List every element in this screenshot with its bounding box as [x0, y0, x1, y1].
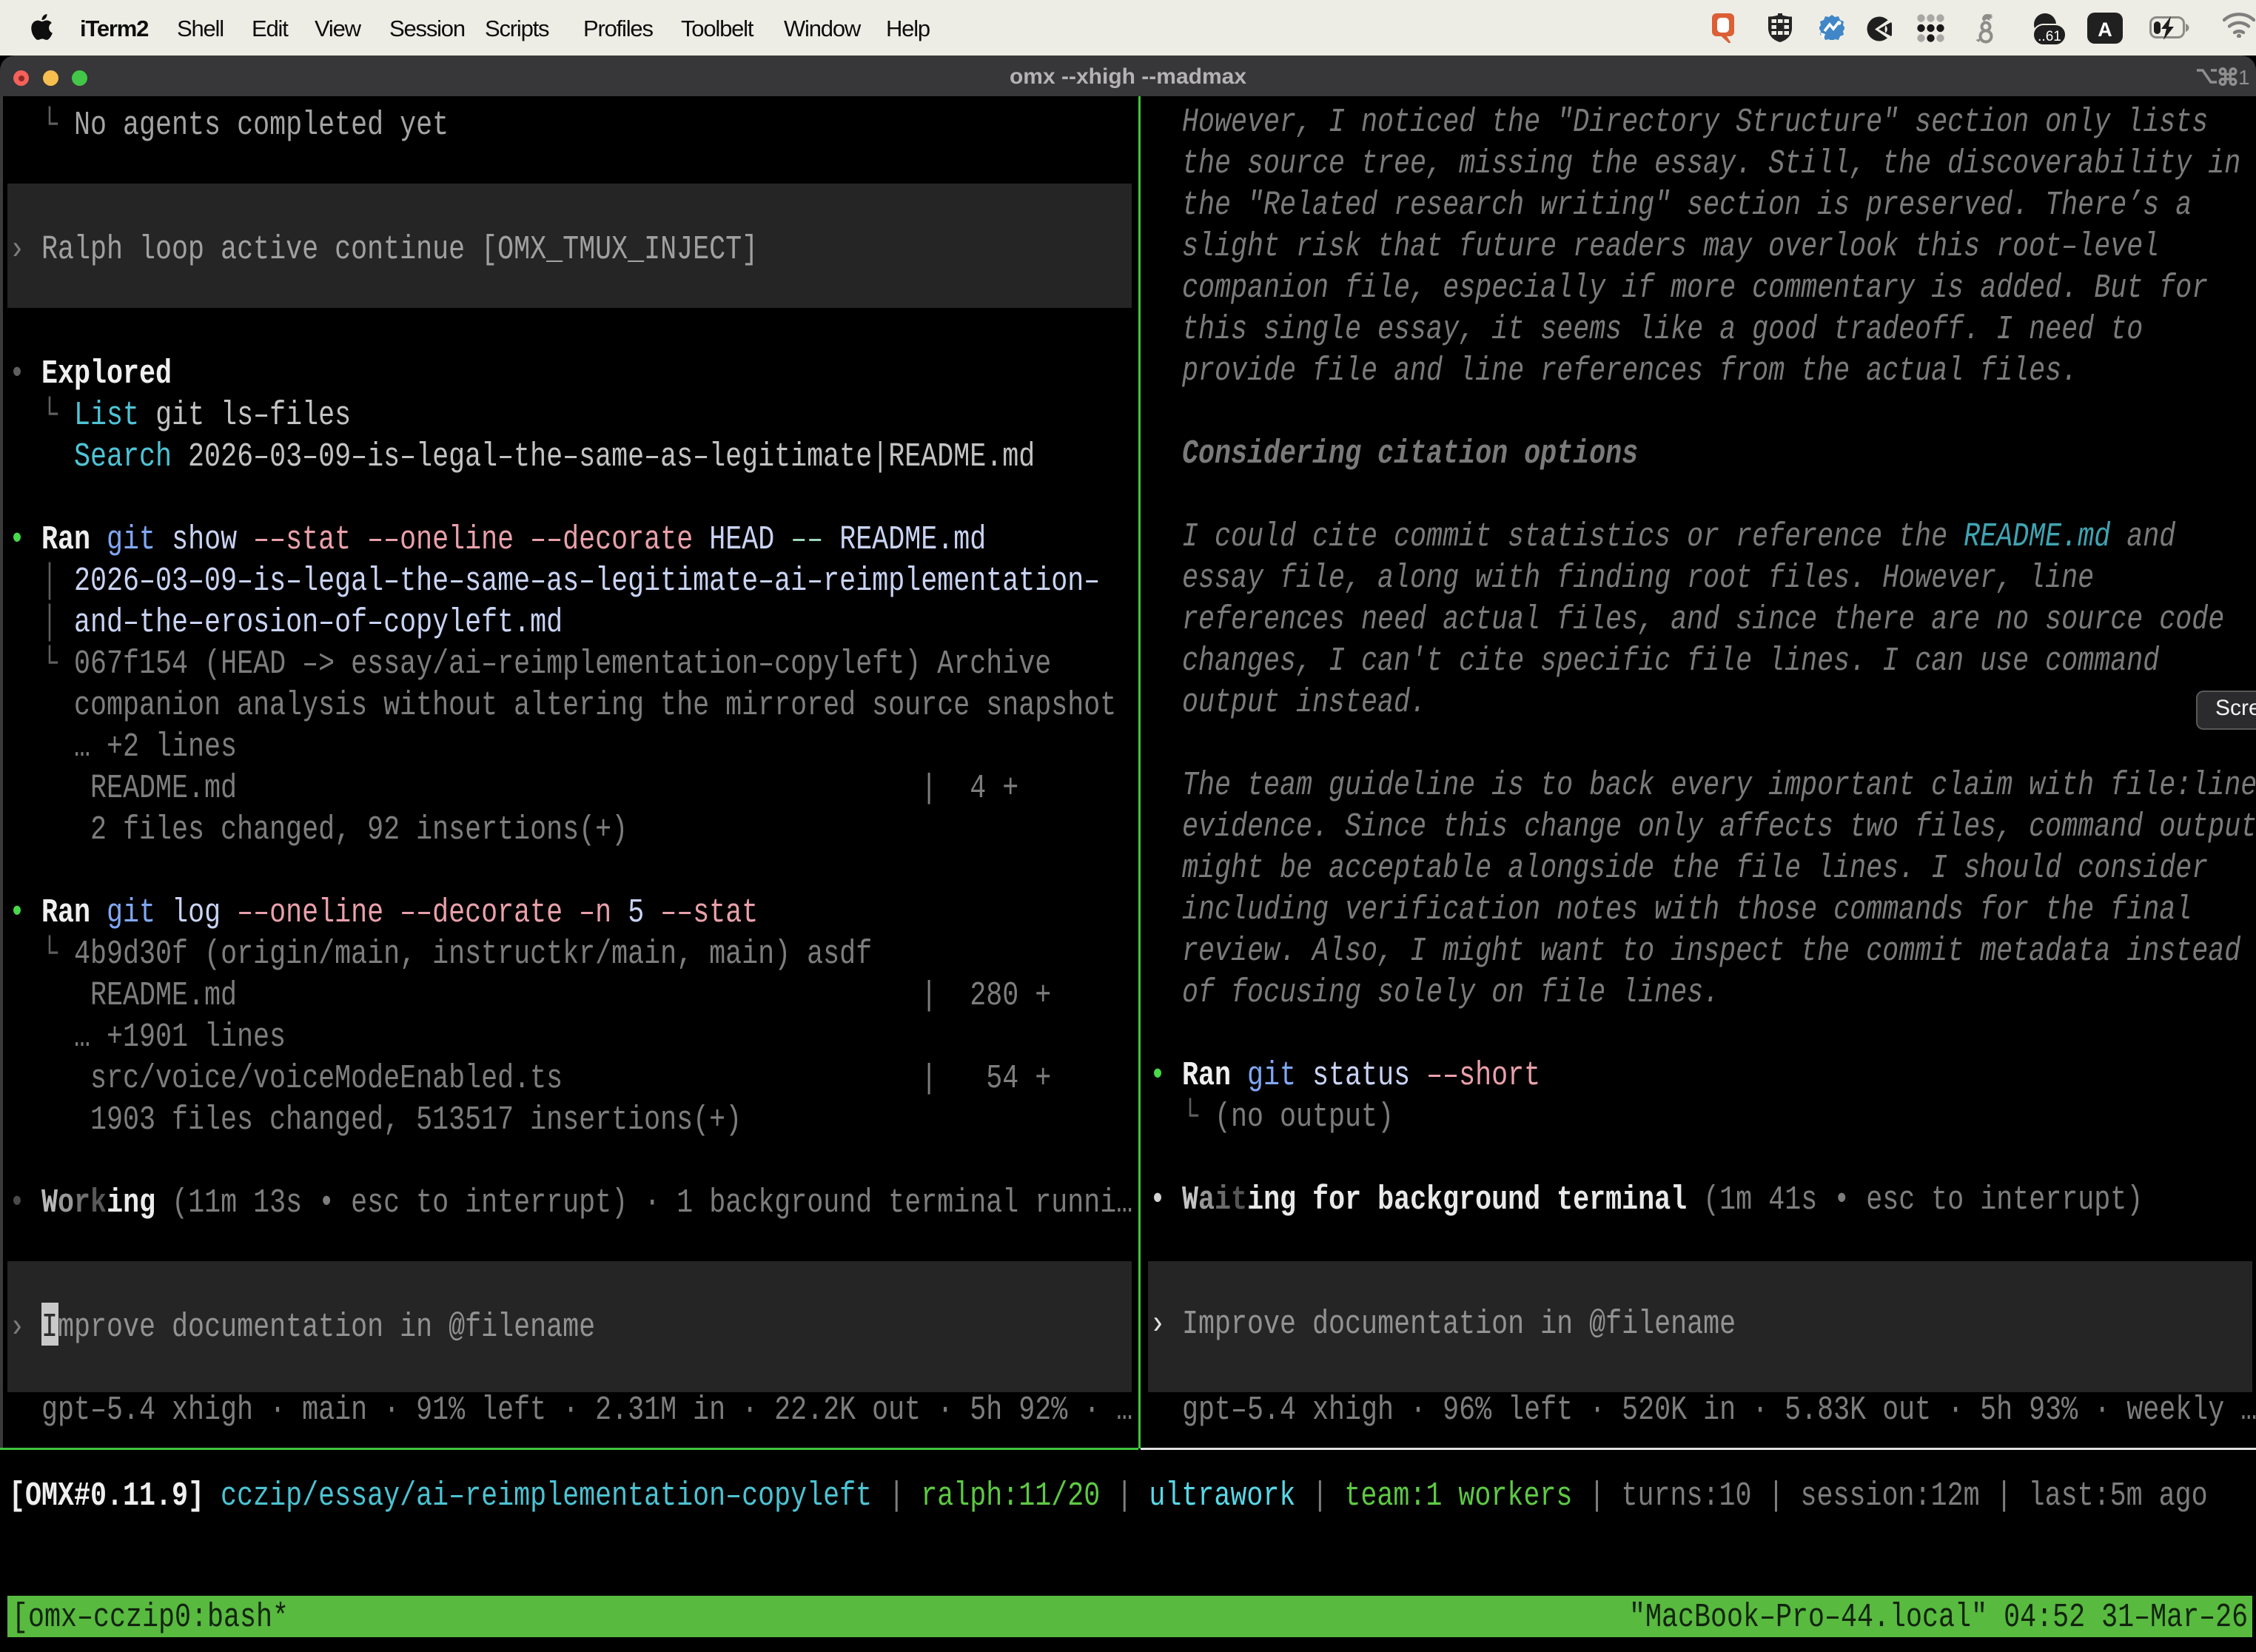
svg-text:1: 1: [2238, 66, 2250, 87]
svg-text:A: A: [2098, 19, 2112, 41]
svg-text:..61: ..61: [2038, 29, 2061, 44]
